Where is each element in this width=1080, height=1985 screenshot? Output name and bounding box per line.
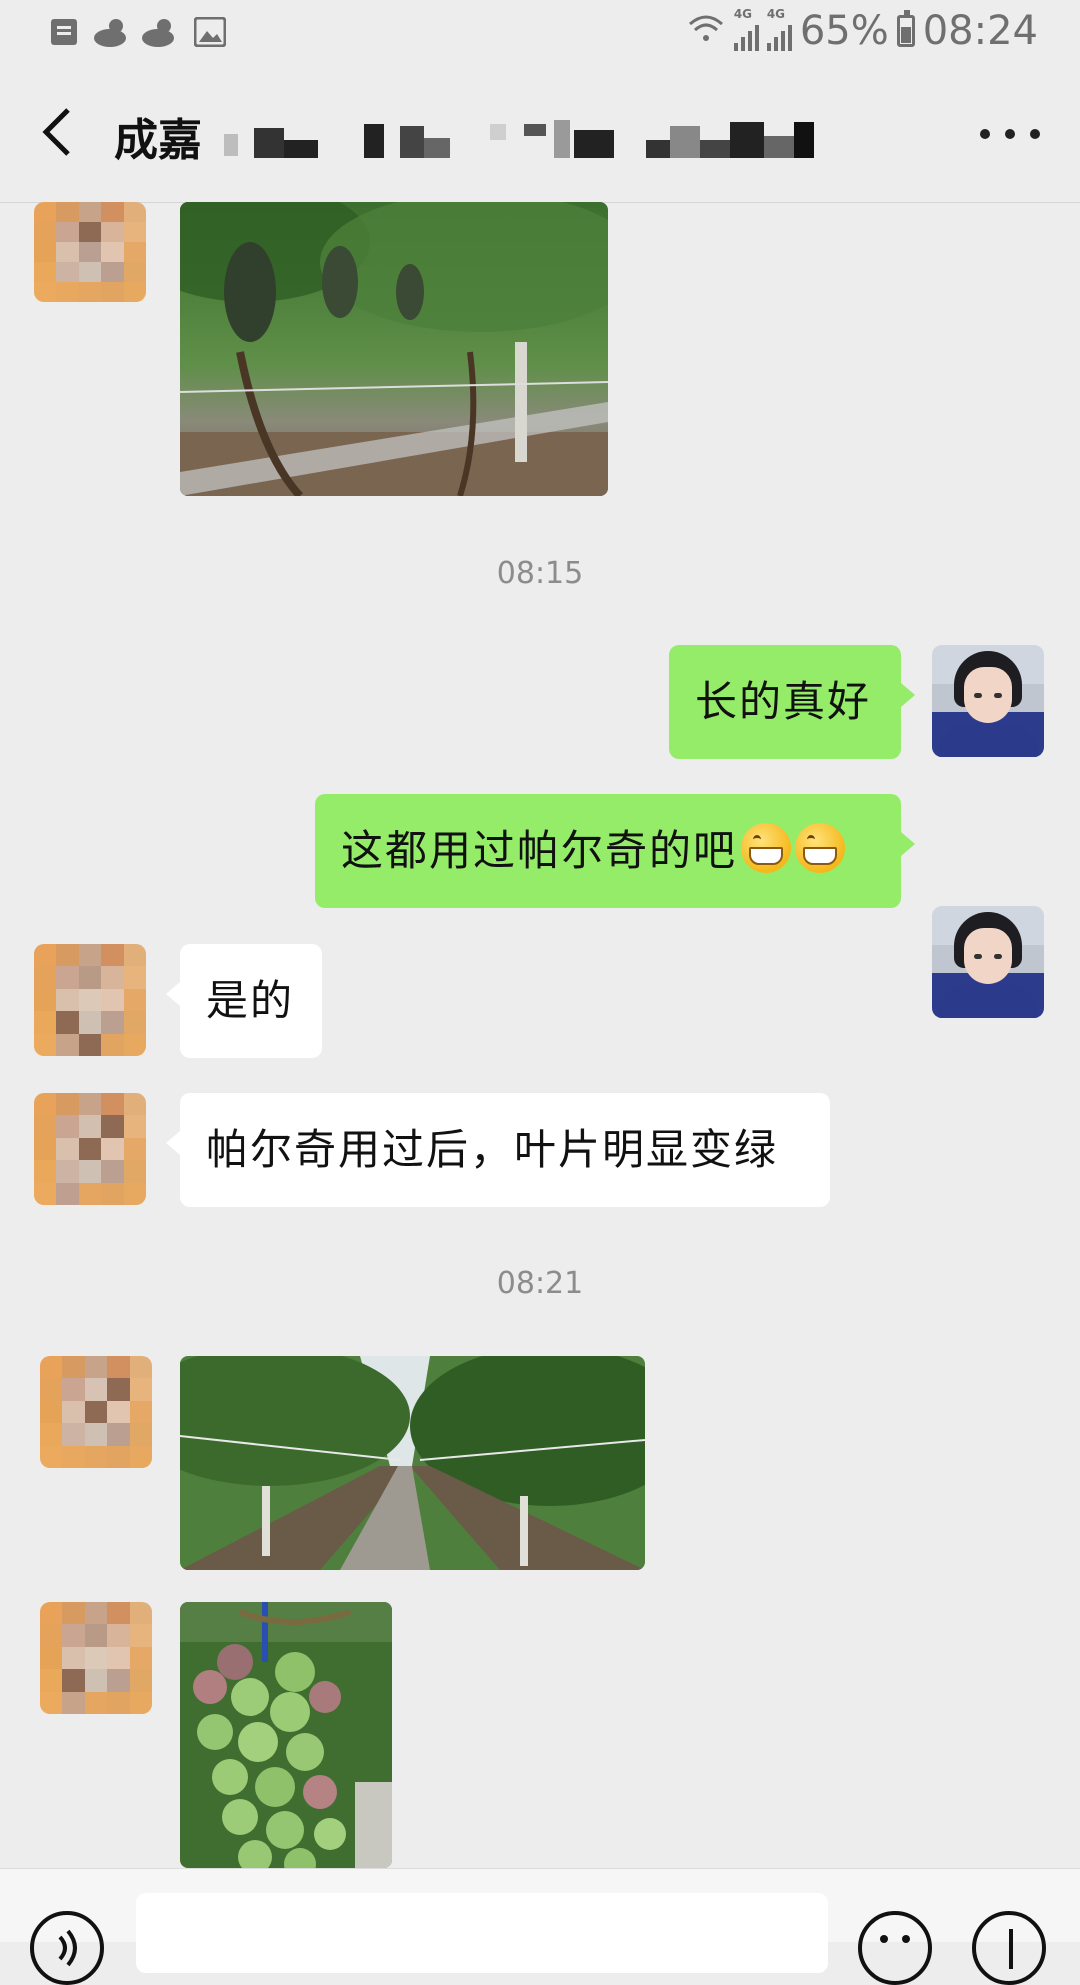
avatar-other[interactable] [40,1602,152,1714]
avatar-other[interactable] [40,1356,152,1468]
message-bubble-sent[interactable]: 这都用过帕尔奇的吧 [315,794,915,908]
avatar-other[interactable] [34,944,146,1056]
avatar-me[interactable] [932,645,1044,757]
voice-icon [58,1929,77,1967]
message-bubble-sent[interactable]: 长的真好 [669,645,915,759]
plus-button[interactable] [972,1911,1046,1985]
timestamp: 08:21 [496,1266,584,1301]
status-bar: 4G 4G 65% 08:24 [0,0,1080,64]
avatar-other[interactable] [34,202,146,302]
more-button[interactable] [980,114,1040,154]
battery-icon [896,10,915,47]
avatar-me[interactable] [932,906,1044,1018]
emoji-button[interactable] [858,1911,932,1985]
grape-cluster-photo [180,1602,392,1868]
vineyard-photo [180,202,608,496]
message-text: 长的真好 [695,677,872,726]
grinning-face-icon [795,823,846,873]
back-button[interactable] [30,102,90,162]
avatar-other[interactable] [34,1093,146,1205]
smile-icon [880,1935,910,1943]
signal-icon: 4G [766,7,792,51]
timestamp: 08:15 [496,556,584,591]
message-input[interactable] [136,1893,828,1973]
chevron-left-icon [42,108,70,156]
input-bar [0,1868,1080,1985]
chat-image-vineyard-aisle[interactable] [180,1356,645,1570]
message-text: 帕尔奇用过后，叶片明显变绿 [206,1125,779,1174]
voice-button[interactable] [30,1911,104,1985]
battery-percent: 65% [799,8,889,54]
chat-image-grape-cluster[interactable] [180,1602,392,1868]
chat-image-vineyard-grapes[interactable] [180,202,608,496]
weather-cloudy-sun-icon [92,14,128,50]
weather-cloudy-sun-icon [140,14,176,50]
message-bubble-received[interactable]: 帕尔奇用过后，叶片明显变绿 [166,1093,830,1207]
wifi-icon [686,8,726,54]
vineyard-aisle-photo [180,1356,645,1570]
notification-icon [46,14,82,50]
redacted-title [214,120,854,160]
message-text: 这都用过帕尔奇的吧 [341,826,738,875]
message-text: 是的 [206,976,295,1025]
chat-title: 成嘉 [114,115,202,166]
gallery-icon [192,14,228,50]
chat-header: 成嘉 [0,64,1080,203]
status-right: 4G 4G 65% 08:24 [686,7,1038,54]
signal-icon: 4G [733,7,759,51]
clock: 08:24 [922,8,1038,54]
more-dots-icon [980,129,990,139]
message-bubble-received[interactable]: 是的 [166,944,322,1058]
grinning-face-icon [741,823,792,873]
